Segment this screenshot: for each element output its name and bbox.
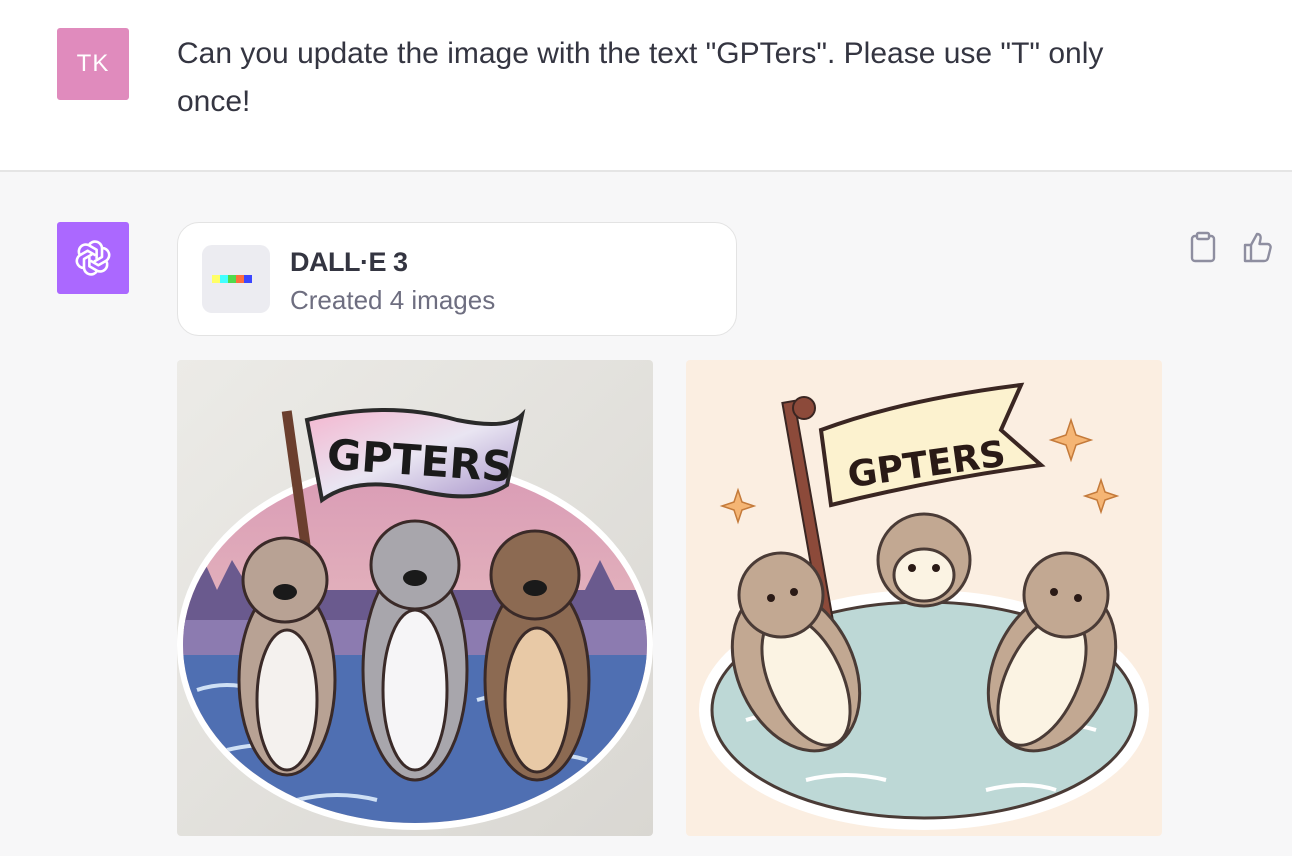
openai-logo-icon <box>75 240 111 276</box>
generated-image-2[interactable]: GPTERS <box>686 360 1162 836</box>
user-avatar: TK <box>57 28 129 100</box>
assistant-message-row: DALL·E 3 Created 4 images GPTERS GPTERS <box>0 172 1292 856</box>
user-initials: TK <box>76 50 110 77</box>
assistant-avatar <box>57 222 129 294</box>
copy-button[interactable] <box>1186 230 1220 264</box>
tool-name: DALL·E 3 <box>290 247 408 277</box>
dalle-tool-card[interactable]: DALL·E 3 Created 4 images <box>177 222 737 336</box>
clipboard-icon <box>1190 231 1216 263</box>
user-message-row: TK Can you update the image with the tex… <box>0 0 1292 172</box>
thumbs-up-button[interactable] <box>1241 230 1275 264</box>
dalle-thumb-icon <box>202 245 270 313</box>
user-message-text: Can you update the image with the text "… <box>177 37 1104 118</box>
tool-status: Created 4 images <box>290 285 496 315</box>
generated-image-1[interactable]: GPTERS <box>177 360 653 836</box>
thumbs-up-icon <box>1243 232 1272 263</box>
